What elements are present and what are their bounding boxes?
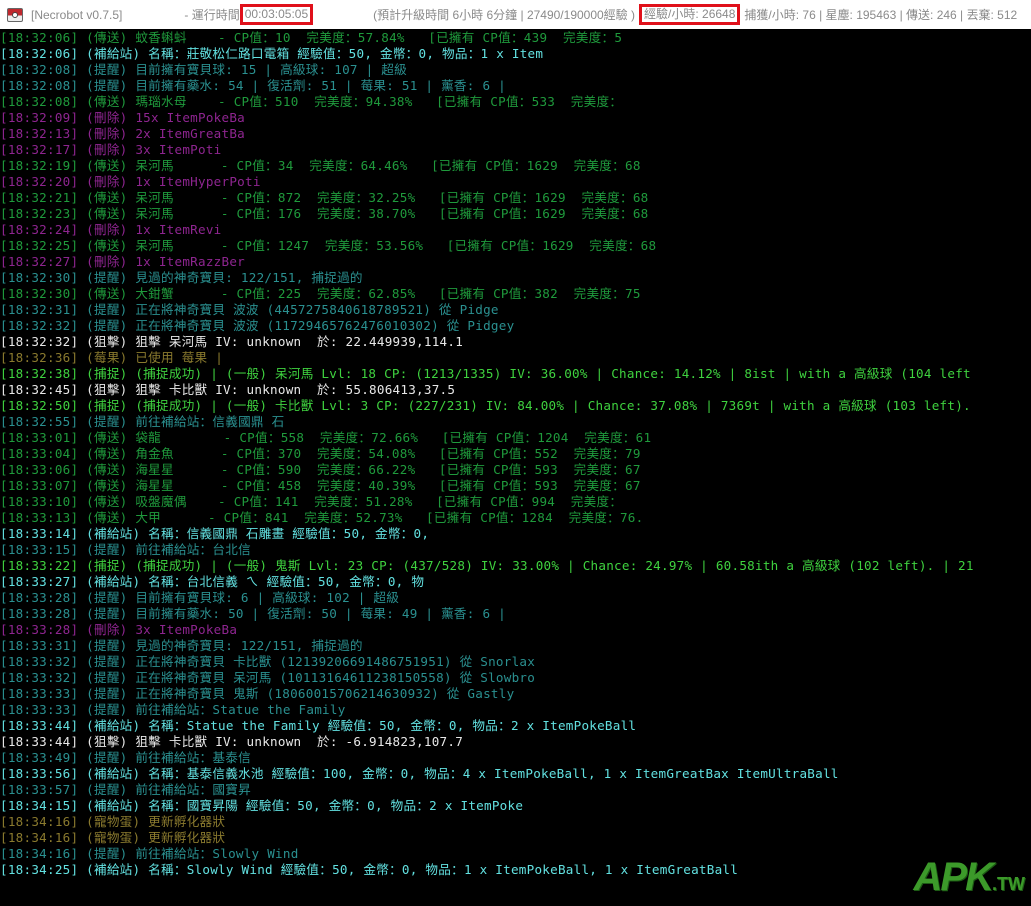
log-line-transfer: [18:33:04] (傳送) 角金魚 - CP值：370 完美度：54.08%…	[0, 446, 641, 461]
log-line-pokestop: [18:33:56] (補給站) 名稱：基泰信義水池 經驗值：100, 金幣：0…	[0, 766, 839, 781]
log-line-recycle: [18:32:17] (刪除) 3x ItemPoti	[0, 142, 222, 157]
log-line-transfer: [18:32:23] (傳送) 呆河馬 - CP值：176 完美度：38.70%…	[0, 206, 649, 221]
log-line-info: [18:32:31] (提醒) 正在將神奇寶貝 波波 (445727584061…	[0, 302, 499, 317]
log-line-transfer: [18:33:10] (傳送) 吸盤魔偶 - CP值：141 完美度：51.28…	[0, 494, 623, 509]
log-line-info: [18:33:15] (提醒) 前往補給站：台北信	[0, 542, 251, 557]
log-line-transfer: [18:32:08] (傳送) 瑪瑙水母 - CP值：510 完美度：94.38…	[0, 94, 623, 109]
log-line-pokestop: [18:32:06] (補給站) 名稱：莊敬松仁路口電箱 經驗值：50, 金幣：…	[0, 46, 544, 61]
log-line-berry: [18:32:36] (莓果) 已使用 莓果 |	[0, 350, 224, 365]
window-titlebar: [Necrobot v0.7.5] - 運行時間 00:03:05:05 (預計…	[0, 0, 1031, 29]
log-line-recycle: [18:32:13] (刪除) 2x ItemGreatBa	[0, 126, 245, 141]
app-title: [Necrobot v0.7.5]	[31, 7, 123, 22]
log-line-info: [18:33:32] (提醒) 正在將神奇寶貝 呆河馬 (10113164611…	[0, 670, 536, 685]
pokeball-app-icon	[7, 7, 23, 22]
log-line-info: [18:33:28] (提醒) 目前擁有藥水: 50 | 復活劑: 50 | 莓…	[0, 606, 506, 621]
session-stats: 捕獲/小時: 76 | 星塵: 195463 | 傳送: 246 | 丟棄: 5…	[744, 8, 1018, 22]
log-line-pokestop: [18:33:44] (補給站) 名稱：Statue the Family 經驗…	[0, 718, 637, 733]
log-line-recycle: [18:33:28] (刪除) 3x ItemPokeBa	[0, 622, 238, 637]
log-line-catch: [18:32:50] (捕捉) (捕捉成功) | (一般) 卡比獸 Lvl: 3…	[0, 398, 971, 413]
log-line-info: [18:32:30] (提醒) 見過的神奇寶貝: 122/151, 捕捉過的	[0, 270, 363, 285]
log-line-info: [18:33:57] (提醒) 前往補給站：國寶昇	[0, 782, 251, 797]
log-line-recycle: [18:32:27] (刪除) 1x ItemRazzBer	[0, 254, 245, 269]
log-line-transfer: [18:32:30] (傳送) 大鉗蟹 - CP值：225 完美度：62.85%…	[0, 286, 641, 301]
runtime-label: - 運行時間	[184, 8, 240, 22]
log-line-transfer: [18:32:21] (傳送) 呆河馬 - CP值：872 完美度：32.25%…	[0, 190, 649, 205]
log-line-snipe: [18:32:32] (狙擊) 狙擊 呆河馬 IV: unknown 於: 22…	[0, 334, 464, 349]
log-line-transfer: [18:33:13] (傳送) 大甲 - CP值：841 完美度：52.73% …	[0, 510, 644, 525]
levelup-info: (預計升級時間 6小時 6分鐘 | 27490/190000經驗 )	[373, 8, 636, 22]
log-line-info: [18:33:33] (提醒) 前往補給站：Statue the Family	[0, 702, 346, 717]
log-line-snipe: [18:32:45] (狙擊) 狙擊 卡比獸 IV: unknown 於: 55…	[0, 382, 456, 397]
log-line-info: [18:32:08] (提醒) 目前擁有寶貝球: 15 | 高級球: 107 |…	[0, 62, 407, 77]
log-line-info: [18:33:32] (提醒) 正在將神奇寶貝 卡比獸 (12139206691…	[0, 654, 536, 669]
log-line-info: [18:33:33] (提醒) 正在將神奇寶貝 鬼斯 (180600157062…	[0, 686, 515, 701]
log-line-egg: [18:34:16] (寵物蛋) 更新孵化器狀	[0, 830, 226, 845]
log-line-info: [18:33:49] (提醒) 前往補給站：基泰信	[0, 750, 251, 765]
log-line-catch: [18:32:38] (捕捉) (捕捉成功) | (一般) 呆河馬 Lvl: 1…	[0, 366, 971, 381]
log-line-transfer: [18:32:06] (傳送) 蚊香蝌蚪 - CP值：10 完美度：57.84%…	[0, 30, 623, 45]
log-line-snipe: [18:33:44] (狙擊) 狙擊 卡比獸 IV: unknown 於: -6…	[0, 734, 464, 749]
log-line-pokestop: [18:34:25] (補給站) 名稱：Slowly Wind 經驗值：50, …	[0, 862, 739, 877]
log-line-catch: [18:33:22] (捕捉) (捕捉成功) | (一般) 鬼斯 Lvl: 23…	[0, 558, 974, 573]
log-line-transfer: [18:32:25] (傳送) 呆河馬 - CP值：1247 完美度：53.56…	[0, 238, 657, 253]
log-line-pokestop: [18:34:15] (補給站) 名稱：國寶昇陽 經驗值：50, 金幣：0, 物…	[0, 798, 524, 813]
log-line-transfer: [18:33:01] (傳送) 袋龍 - CP值：558 完美度：72.66% …	[0, 430, 652, 445]
xp-per-hour: 經驗/小時: 26648	[639, 4, 741, 25]
log-line-pokestop: [18:33:27] (補給站) 名稱：台北信義 ㄟ 經驗值：50, 金幣：0,…	[0, 574, 425, 589]
log-line-transfer: [18:33:06] (傳送) 海星星 - CP值：590 完美度：66.22%…	[0, 462, 641, 477]
log-line-info: [18:34:16] (提醒) 前往補給站：Slowly Wind	[0, 846, 299, 861]
console-log: [18:32:06] (傳送) 蚊香蝌蚪 - CP值：10 完美度：57.84%…	[0, 30, 1031, 906]
log-line-info: [18:32:55] (提醒) 前往補給站：信義國鼎 石	[0, 414, 285, 429]
runtime-value: 00:03:05:05	[239, 4, 314, 25]
log-line-recycle: [18:32:24] (刪除) 1x ItemRevi	[0, 222, 222, 237]
log-line-info: [18:32:32] (提醒) 正在將神奇寶貝 波波 (117294657624…	[0, 318, 515, 333]
log-line-transfer: [18:33:07] (傳送) 海星星 - CP值：458 完美度：40.39%…	[0, 478, 641, 493]
log-line-transfer: [18:32:19] (傳送) 呆河馬 - CP值：34 完美度：64.46% …	[0, 158, 641, 173]
apk-tw-watermark-logo: APK.TW	[913, 855, 1025, 899]
log-line-info: [18:32:08] (提醒) 目前擁有藥水: 54 | 復活劑: 51 | 莓…	[0, 78, 506, 93]
log-line-recycle: [18:32:09] (刪除) 15x ItemPokeBa	[0, 110, 245, 125]
log-line-pokestop: [18:33:14] (補給站) 名稱：信義國鼎 石雕畫 經驗值：50, 金幣：…	[0, 526, 430, 541]
log-line-info: [18:33:31] (提醒) 見過的神奇寶貝: 122/151, 捕捉過的	[0, 638, 363, 653]
log-line-info: [18:33:28] (提醒) 目前擁有寶貝球: 6 | 高級球: 102 | …	[0, 590, 400, 605]
log-line-egg: [18:34:16] (寵物蛋) 更新孵化器狀	[0, 814, 226, 829]
log-line-recycle: [18:32:20] (刪除) 1x ItemHyperPoti	[0, 174, 261, 189]
